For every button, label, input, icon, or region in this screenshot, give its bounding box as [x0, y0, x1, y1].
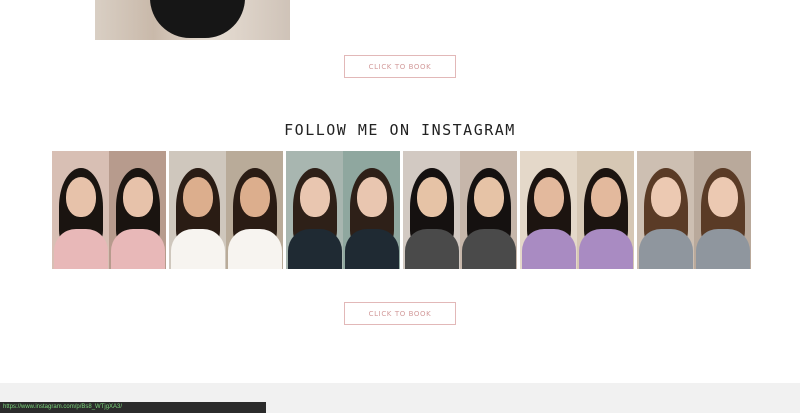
browser-status-url: https://www.instagram.com/p/Bs8_WTjgXA3/	[0, 402, 266, 413]
face-shape	[707, 176, 738, 217]
before-photo	[169, 151, 226, 269]
outfit-shape	[695, 229, 750, 269]
face-shape	[650, 176, 681, 217]
face-shape	[65, 176, 96, 217]
outfit-shape	[53, 229, 108, 269]
after-photo	[577, 151, 634, 269]
click-to-book-button-top[interactable]: CLICK TO BOOK	[344, 55, 456, 78]
dress-shape	[150, 0, 245, 38]
face-shape	[533, 176, 564, 217]
instagram-gallery	[52, 151, 751, 269]
instagram-post-post-1[interactable]	[52, 151, 166, 269]
outfit-shape	[638, 229, 693, 269]
outfit-shape	[404, 229, 459, 269]
outfit-shape	[170, 229, 225, 269]
outfit-shape	[521, 229, 576, 269]
after-photo	[694, 151, 751, 269]
instagram-post-post-2[interactable]	[169, 151, 283, 269]
after-photo	[343, 151, 400, 269]
face-shape	[590, 176, 621, 217]
after-photo	[109, 151, 166, 269]
instagram-post-post-3[interactable]	[286, 151, 400, 269]
face-shape	[299, 176, 330, 217]
before-photo	[520, 151, 577, 269]
outfit-shape	[227, 229, 282, 269]
face-shape	[239, 176, 270, 217]
before-photo	[637, 151, 694, 269]
before-photo	[286, 151, 343, 269]
before-photo	[52, 151, 109, 269]
before-photo	[403, 151, 460, 269]
outfit-shape	[287, 229, 342, 269]
face-shape	[122, 176, 153, 217]
face-shape	[473, 176, 504, 217]
after-photo	[460, 151, 517, 269]
outfit-shape	[110, 229, 165, 269]
face-shape	[416, 176, 447, 217]
instagram-section-title: FOLLOW ME ON INSTAGRAM	[284, 121, 516, 139]
face-shape	[356, 176, 387, 217]
instagram-post-post-6[interactable]	[637, 151, 751, 269]
instagram-post-post-5[interactable]	[520, 151, 634, 269]
outfit-shape	[461, 229, 516, 269]
click-to-book-button-bottom[interactable]: CLICK TO BOOK	[344, 302, 456, 325]
after-photo	[226, 151, 283, 269]
face-shape	[182, 176, 213, 217]
outfit-shape	[344, 229, 399, 269]
outfit-shape	[578, 229, 633, 269]
portfolio-photo	[95, 0, 290, 40]
instagram-post-post-4[interactable]	[403, 151, 517, 269]
